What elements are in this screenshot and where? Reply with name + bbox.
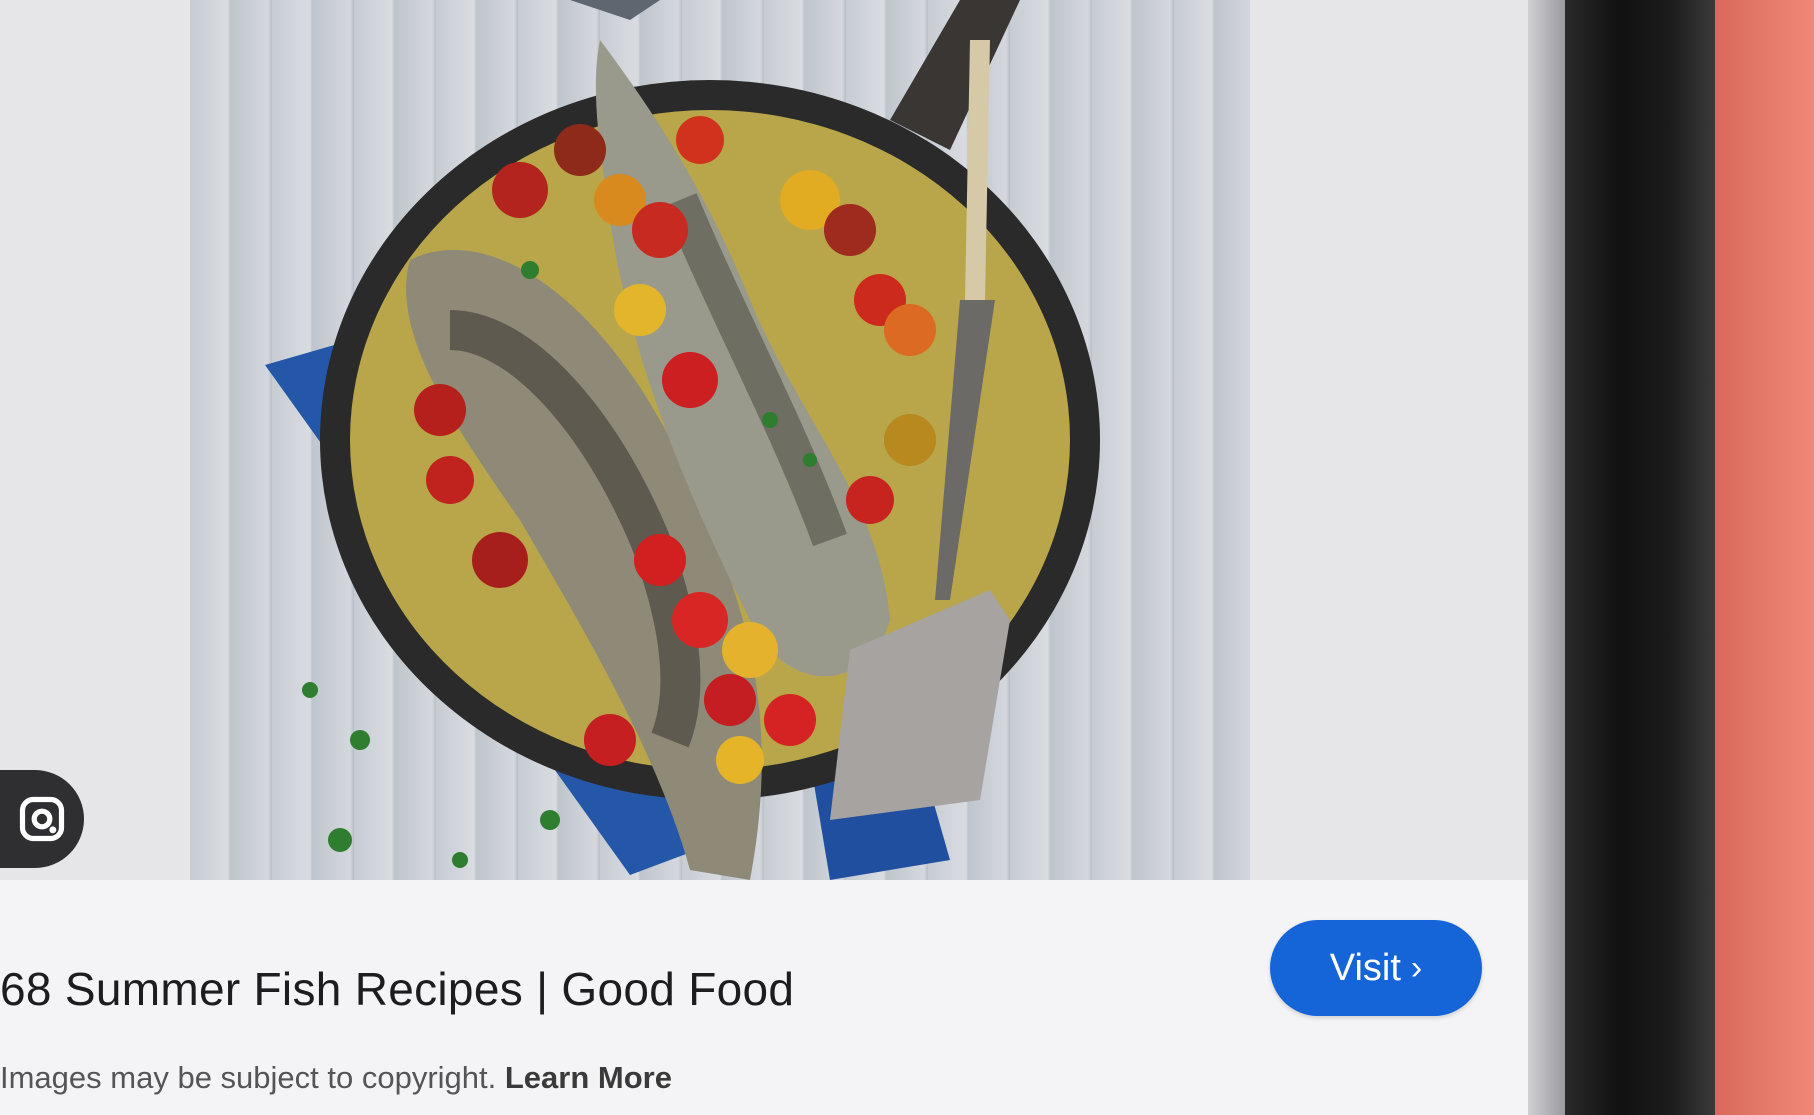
learn-more-link[interactable]: Learn More [505,1060,672,1095]
visit-button[interactable]: Visit › [1270,920,1482,1016]
visit-label: Visit [1329,946,1401,989]
image-preview-area [0,0,1530,905]
background-wall [1715,0,1814,1115]
result-image[interactable] [190,0,1250,905]
chevron-right-icon: › [1410,948,1423,987]
screen: 68 Summer Fish Recipes | Good Food Visit… [0,0,1565,1115]
google-lens-icon [19,796,65,842]
screen-edge [1528,0,1565,1115]
lens-search-button[interactable] [0,770,84,868]
fish-pan-photo [265,0,1100,881]
copyright-notice: Images may be subject to copyright. Lear… [0,1060,672,1096]
result-title[interactable]: 68 Summer Fish Recipes | Good Food [0,962,794,1016]
monitor-bezel [1565,0,1715,1115]
copyright-text: Images may be subject to copyright. [0,1060,497,1095]
